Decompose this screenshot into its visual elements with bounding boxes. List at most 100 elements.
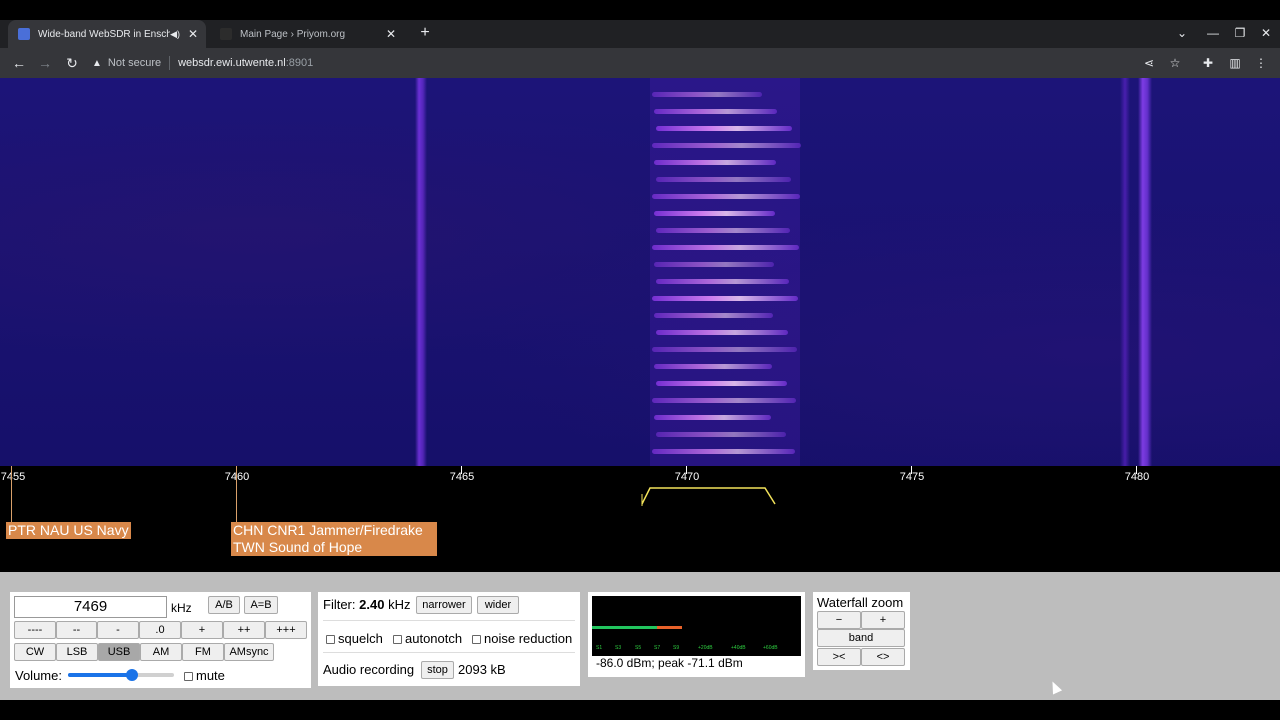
warning-icon[interactable]: ▲: [92, 58, 102, 69]
websdr-window: Wide-band WebSDR in Ensch ◀︎) ✕ Main Pag…: [0, 0, 1280, 720]
priyom-favicon-icon: [220, 28, 232, 40]
mode-am-button[interactable]: AM: [140, 643, 182, 661]
step-up-large-button[interactable]: +++: [265, 621, 307, 639]
waterfall-signal-trace: [656, 228, 790, 233]
zoom-narrow-button[interactable]: ><: [817, 648, 861, 666]
noise-reduction-checkbox[interactable]: noise reduction: [472, 631, 572, 646]
recording-label: Audio recording: [323, 662, 415, 677]
smeter-level-bar: [592, 626, 657, 629]
bookmark-star-icon[interactable]: ☆: [1166, 54, 1184, 72]
close-tab-icon[interactable]: ✕: [186, 27, 200, 41]
smeter-scale-label: +60dB: [763, 645, 778, 651]
zoom-out-button[interactable]: −: [817, 611, 861, 629]
mute-checkbox-box[interactable]: [184, 672, 193, 682]
a-equals-b-button[interactable]: A=B: [244, 596, 278, 614]
ab-button[interactable]: A/B: [208, 596, 240, 614]
waterfall-signal-trace: [654, 415, 771, 420]
zoom-band-button[interactable]: band: [817, 629, 905, 647]
recording-size: 2093 kB: [458, 662, 506, 677]
passband-indicator[interactable]: [641, 486, 777, 506]
new-tab-icon[interactable]: +: [416, 24, 434, 42]
squelch-checkbox[interactable]: squelch: [326, 631, 383, 646]
scale-tick-label: 7470: [674, 471, 700, 483]
waterfall-zoom-box: Waterfall zoom − + band >< <>: [813, 592, 910, 670]
smeter-display: S1 S3 S5 S7 S9 +20dB +40dB +60dB: [592, 596, 801, 656]
speaker-icon[interactable]: ◀︎): [170, 29, 180, 40]
menu-dots-icon[interactable]: ⋮: [1252, 54, 1270, 72]
waterfall-signal-trace: [652, 92, 762, 97]
tab-websdr[interactable]: Wide-band WebSDR in Ensch ◀︎) ✕: [8, 20, 206, 48]
waterfall-signal-band: [650, 78, 800, 466]
step-up-medium-button[interactable]: ++: [223, 621, 265, 639]
scale-tick-label: 7460: [224, 471, 250, 483]
scale-tick-label: 7465: [449, 471, 475, 483]
address-host: websdr.ewi.utwente.nl: [178, 57, 286, 69]
volume-slider-thumb[interactable]: [125, 669, 138, 681]
waterfall-display[interactable]: [0, 78, 1280, 466]
tab-title: Main Page › Priyom.org: [240, 28, 346, 40]
autonotch-checkbox[interactable]: autonotch: [393, 631, 462, 646]
smeter-scale-label: S5: [635, 645, 642, 651]
waterfall-signal-trace: [656, 381, 787, 386]
station-label-chn-cnr1[interactable]: CHN CNR1 Jammer/Firedrake TWN Sound of H…: [231, 522, 437, 556]
filter-label: Filter:: [323, 597, 356, 612]
station-line: TWN Sound of Hope: [233, 539, 363, 555]
mode-fm-button[interactable]: FM: [182, 643, 224, 661]
close-window-icon[interactable]: ✕: [1258, 26, 1274, 40]
wider-button[interactable]: wider: [477, 596, 519, 614]
step-down-large-button[interactable]: ----: [14, 621, 56, 639]
waterfall-signal-trace: [656, 432, 786, 437]
autonotch-checkbox-box[interactable]: [393, 635, 402, 645]
tab-priyom[interactable]: Main Page › Priyom.org ✕: [210, 20, 404, 48]
share-icon[interactable]: ⋖: [1140, 54, 1158, 72]
step-down-medium-button[interactable]: --: [56, 621, 97, 639]
squelch-checkbox-box[interactable]: [326, 635, 335, 645]
waterfall-signal-trace: [656, 126, 792, 131]
minimize-icon[interactable]: —: [1205, 26, 1221, 40]
round-frequency-button[interactable]: .0: [139, 621, 181, 639]
frequency-scale[interactable]: 7455 7460 7465 7470 7475 7480 PTR NAU US…: [0, 466, 1280, 572]
close-tab-icon[interactable]: ✕: [384, 27, 398, 41]
security-label: Not secure: [107, 57, 162, 69]
filter-value: 2.40: [359, 597, 385, 612]
smeter-box: S1 S3 S5 S7 S9 +20dB +40dB +60dB -86.0 d…: [588, 592, 805, 677]
forward-icon[interactable]: →: [36, 54, 54, 72]
step-up-small-button[interactable]: +: [181, 621, 223, 639]
frequency-unit: kHz: [171, 601, 192, 615]
smeter-scale-label: S3: [615, 645, 622, 651]
side-panel-icon[interactable]: ▥: [1226, 54, 1244, 72]
filter-divider: [323, 620, 575, 621]
mute-checkbox[interactable]: mute: [184, 668, 225, 683]
narrower-button[interactable]: narrower: [416, 596, 472, 614]
address-bar[interactable]: ▲ Not secure websdr.ewi.utwente.nl :8901: [92, 51, 1092, 75]
stop-recording-button[interactable]: stop: [421, 661, 454, 679]
websdr-favicon-icon: [18, 28, 30, 40]
address-port: :8901: [285, 57, 314, 69]
waterfall-signal-trace: [656, 279, 789, 284]
mute-label: mute: [196, 668, 225, 683]
mode-usb-button[interactable]: USB: [98, 643, 140, 661]
tab-search-chevron-icon[interactable]: ⌄: [1174, 26, 1190, 40]
tab-title: Wide-band WebSDR in Ensch: [38, 28, 171, 40]
restore-icon[interactable]: ❐: [1232, 26, 1248, 40]
zoom-widen-button[interactable]: <>: [861, 648, 905, 666]
back-icon[interactable]: ←: [10, 54, 28, 72]
reload-icon[interactable]: ↻: [63, 54, 81, 72]
frequency-input[interactable]: 7469: [14, 596, 167, 618]
station-label-ptr-nau[interactable]: PTR NAU US Navy: [6, 522, 131, 539]
mode-cw-button[interactable]: CW: [14, 643, 56, 661]
waterfall-signal-trace: [652, 245, 799, 250]
noise-reduction-checkbox-box[interactable]: [472, 635, 481, 645]
waterfall-carrier-line: [1120, 78, 1130, 466]
browser-tab-strip: Wide-band WebSDR in Ensch ◀︎) ✕ Main Pag…: [0, 20, 1280, 48]
step-down-small-button[interactable]: -: [97, 621, 139, 639]
mode-amsync-button[interactable]: AMsync: [224, 643, 274, 661]
waterfall-signal-trace: [656, 177, 791, 182]
browser-toolbar: ← → ↻ ▲ Not secure websdr.ewi.utwente.nl…: [0, 48, 1280, 78]
extensions-icon[interactable]: ✚: [1199, 54, 1217, 72]
waterfall-signal-trace: [654, 109, 777, 114]
waterfall-signal-trace: [654, 211, 775, 216]
mode-lsb-button[interactable]: LSB: [56, 643, 98, 661]
zoom-in-button[interactable]: +: [861, 611, 905, 629]
volume-slider[interactable]: [68, 669, 174, 681]
